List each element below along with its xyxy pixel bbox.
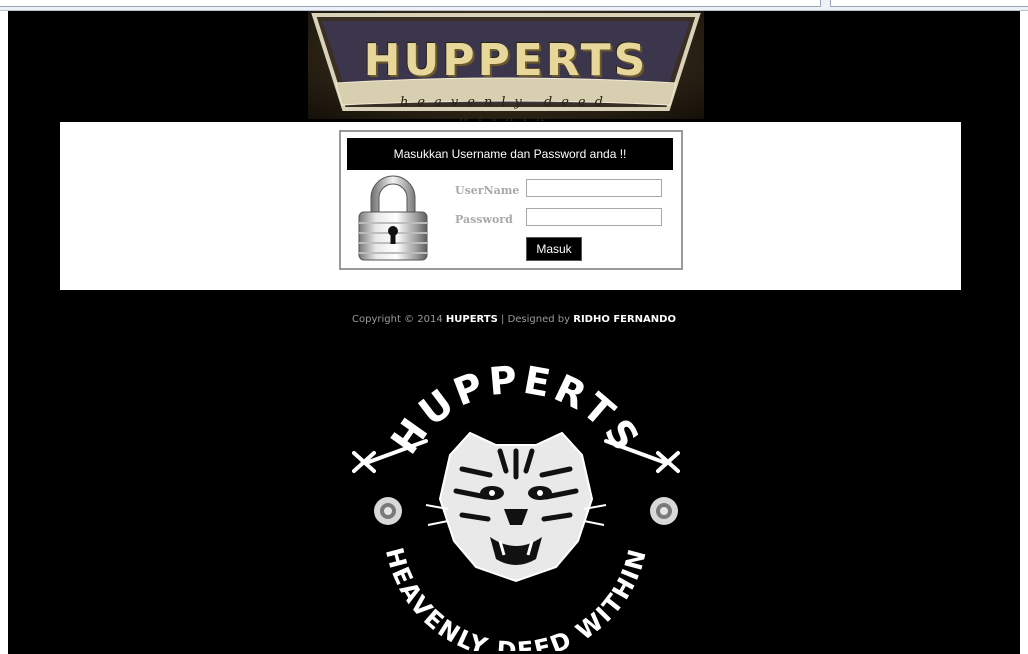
page-body: HUPPERTS heavenly deed within Masukkan U… [8, 11, 1020, 654]
left-rose-icon [374, 497, 402, 525]
banner-brand: HUPPERTS [363, 35, 649, 86]
username-label: UserName [455, 184, 520, 197]
header-banner: HUPPERTS heavenly deed within [308, 11, 704, 125]
browser-search-box[interactable] [830, 0, 1028, 7]
designer-name: RIDHO FERNANDO [573, 314, 676, 325]
footer-separator: | [501, 314, 505, 325]
tiger-icon [425, 431, 607, 583]
login-prompt: Masukkan Username dan Password anda !! [347, 138, 673, 170]
login-form: Masukkan Username dan Password anda !! U… [339, 130, 683, 270]
username-input[interactable] [526, 179, 662, 197]
banner-tagline: heavenly deed within [400, 95, 612, 125]
footer-copyright: Copyright © 2014 HUPERTS | Designed by R… [8, 314, 1020, 325]
copyright-text: Copyright © 2014 [352, 314, 443, 325]
password-label: Password [455, 213, 513, 226]
login-panel: Masukkan Username dan Password anda !! U… [60, 122, 961, 290]
designed-by-text: Designed by [507, 314, 571, 325]
padlock-icon [358, 175, 428, 261]
hupperts-emblem: HUPPERTS HEAVENLY DEED WITHIN [352, 359, 680, 651]
right-rose-icon [650, 497, 678, 525]
address-bar[interactable] [0, 0, 821, 7]
password-input[interactable] [526, 208, 662, 226]
site-name: HUPERTS [445, 314, 498, 325]
masuk-button[interactable]: Masuk [526, 237, 582, 261]
browser-toolbar [0, 0, 1028, 11]
